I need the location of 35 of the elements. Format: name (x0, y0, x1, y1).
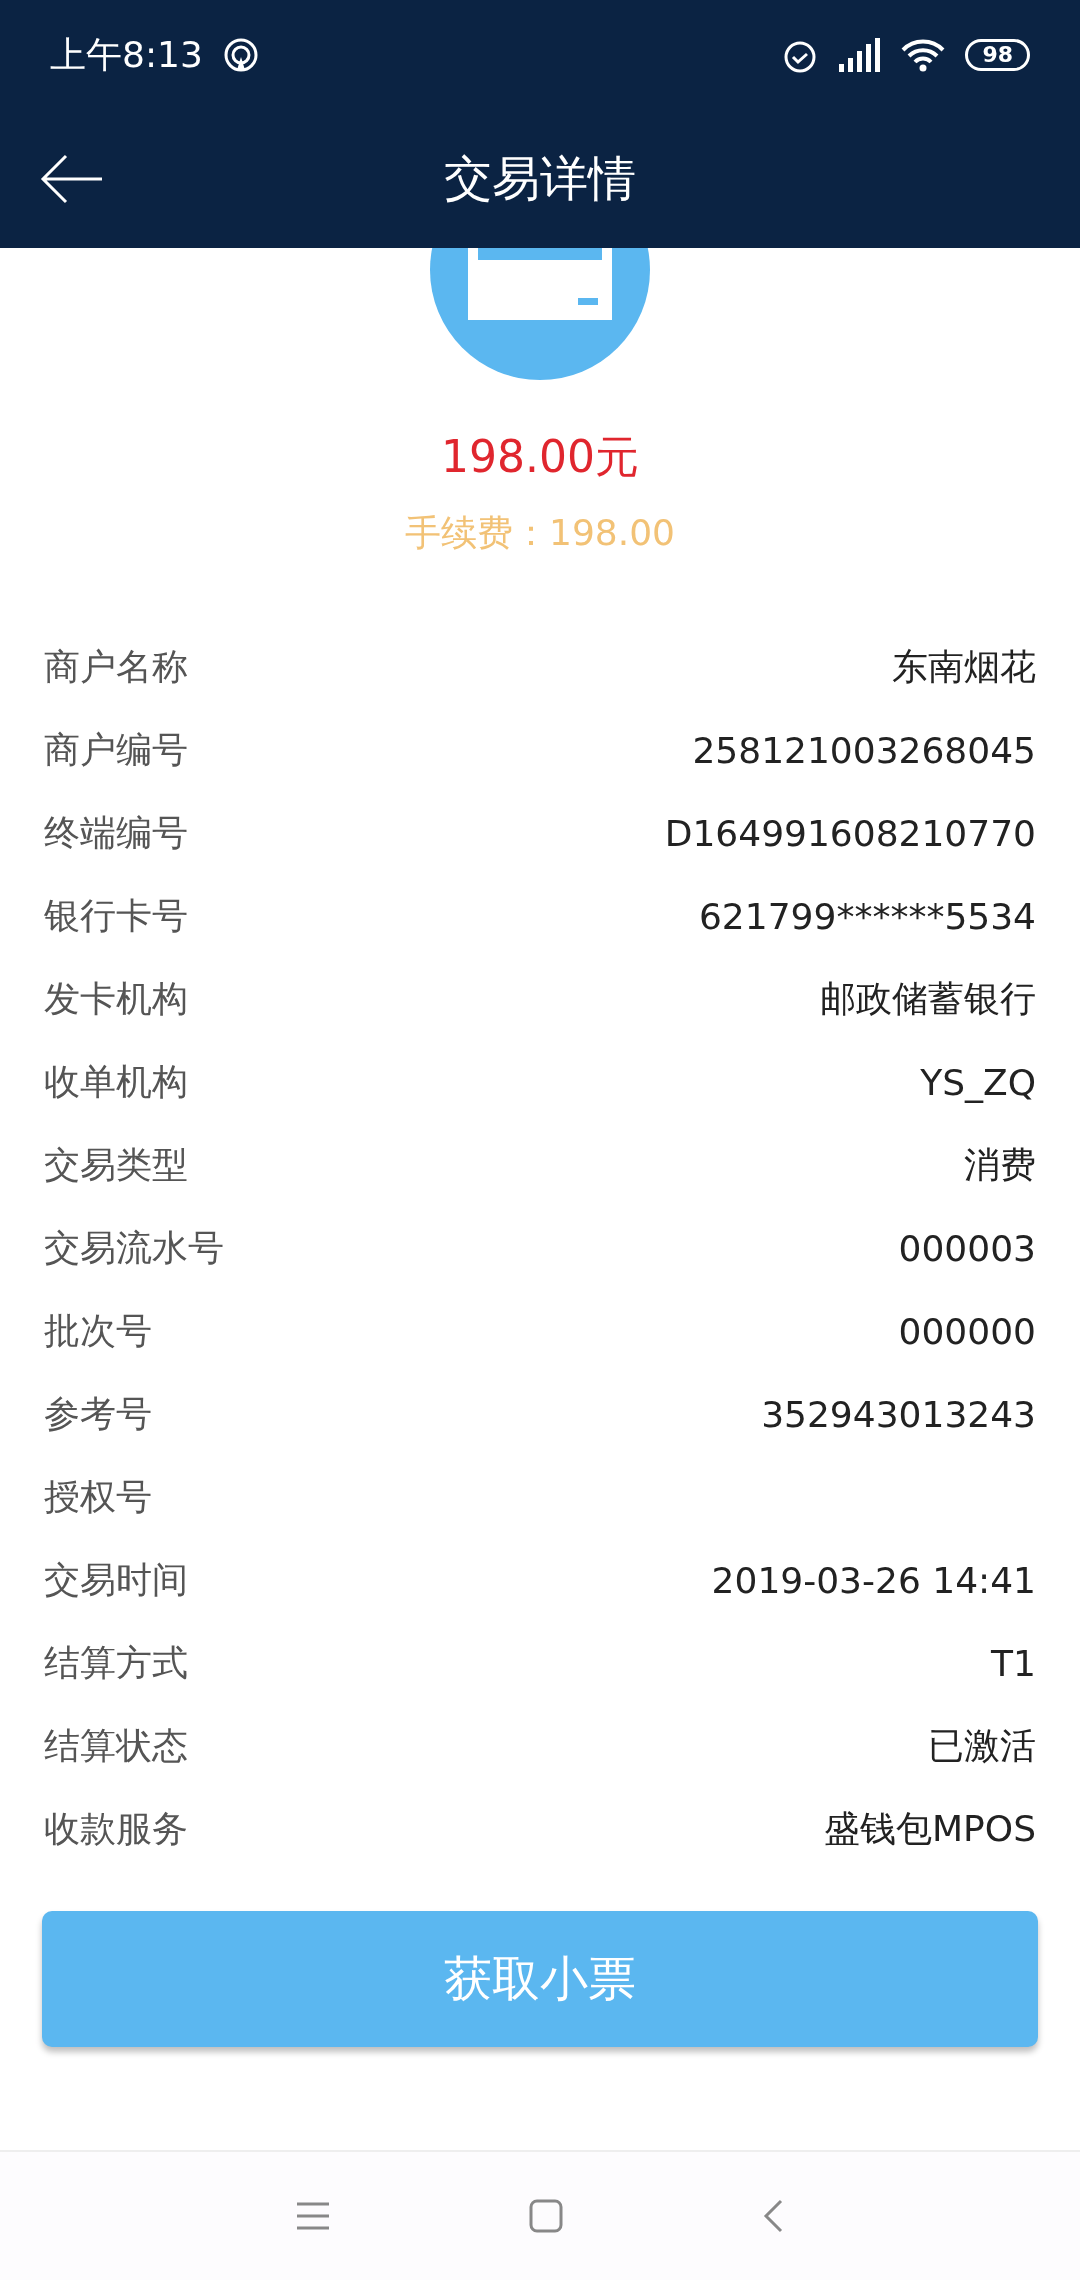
status-time: 上午8:13 (50, 32, 203, 77)
fee-text: 手续费：198.00 (404, 511, 676, 555)
detail-value: 消费 (964, 1143, 1036, 1187)
detail-value: 000003 (898, 1228, 1036, 1269)
detail-value: 621799******5534 (698, 896, 1036, 937)
detail-value: 盛钱包MPOS (824, 1807, 1036, 1851)
amount-text: 198.00元 (440, 430, 640, 484)
page-title: 交易详情 (444, 149, 636, 208)
detail-label: 结算方式 (44, 1641, 188, 1685)
detail-label: 收单机构 (44, 1060, 188, 1104)
detail-value: 258121003268045 (692, 730, 1036, 771)
detail-label: 批次号 (44, 1309, 152, 1353)
battery-indicator: 98 (965, 39, 1030, 71)
detail-label: 银行卡号 (44, 894, 188, 938)
get-receipt-button[interactable]: 获取小票 (42, 1911, 1038, 2047)
detail-label: 商户名称 (44, 645, 188, 689)
detail-label: 收款服务 (44, 1807, 188, 1851)
detail-label: 发卡机构 (44, 977, 188, 1021)
detail-value: 东南烟花 (892, 645, 1036, 689)
detail-value: 000000 (898, 1311, 1036, 1352)
detail-label: 商户编号 (44, 728, 188, 772)
detail-label: 参考号 (44, 1392, 152, 1436)
detail-value: 2019-03-26 14:41 (711, 1560, 1036, 1601)
detail-label: 交易类型 (44, 1143, 188, 1187)
detail-label: 结算状态 (44, 1724, 188, 1768)
detail-label: 授权号 (44, 1475, 152, 1519)
detail-value: T1 (991, 1643, 1036, 1684)
detail-label: 终端编号 (44, 811, 188, 855)
detail-label: 交易流水号 (44, 1226, 224, 1270)
detail-value: 已激活 (928, 1724, 1036, 1768)
detail-value: 352943013243 (761, 1394, 1036, 1435)
detail-value: D164991608210770 (664, 813, 1036, 854)
detail-value: 邮政储蓄银行 (820, 977, 1036, 1021)
detail-value: YS_ZQ (920, 1062, 1036, 1103)
detail-label: 交易时间 (44, 1558, 188, 1602)
